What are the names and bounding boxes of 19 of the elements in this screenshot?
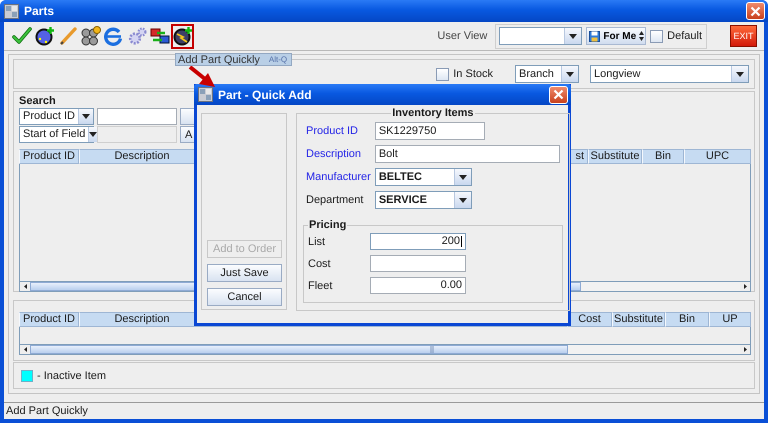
field-label: Fleet — [308, 280, 334, 292]
field-label: Product ID — [306, 125, 359, 137]
legend-label: - Inactive Item — [37, 370, 106, 382]
shortcut-label: Alt-Q — [268, 55, 288, 64]
checkbox-label: Default — [667, 30, 702, 42]
field-label: Department — [306, 194, 364, 206]
group-title: Inventory Items — [391, 107, 475, 119]
field-label: Description — [306, 148, 362, 160]
checkbox-label: In Stock — [453, 68, 493, 80]
window-title: Parts — [24, 4, 54, 18]
group-title: Search — [19, 96, 57, 107]
status-bar: Add Part Quickly — [4, 402, 764, 419]
dialog-title: Part - Quick Add — [218, 88, 312, 102]
tooltip-text: Add Part Quickly — [178, 54, 260, 66]
field-label: Manufacturer — [306, 171, 371, 183]
field-label: User View — [437, 30, 488, 42]
field-label: Cost — [308, 258, 332, 270]
field-label: List — [308, 236, 326, 248]
group-title: Pricing — [308, 219, 348, 231]
